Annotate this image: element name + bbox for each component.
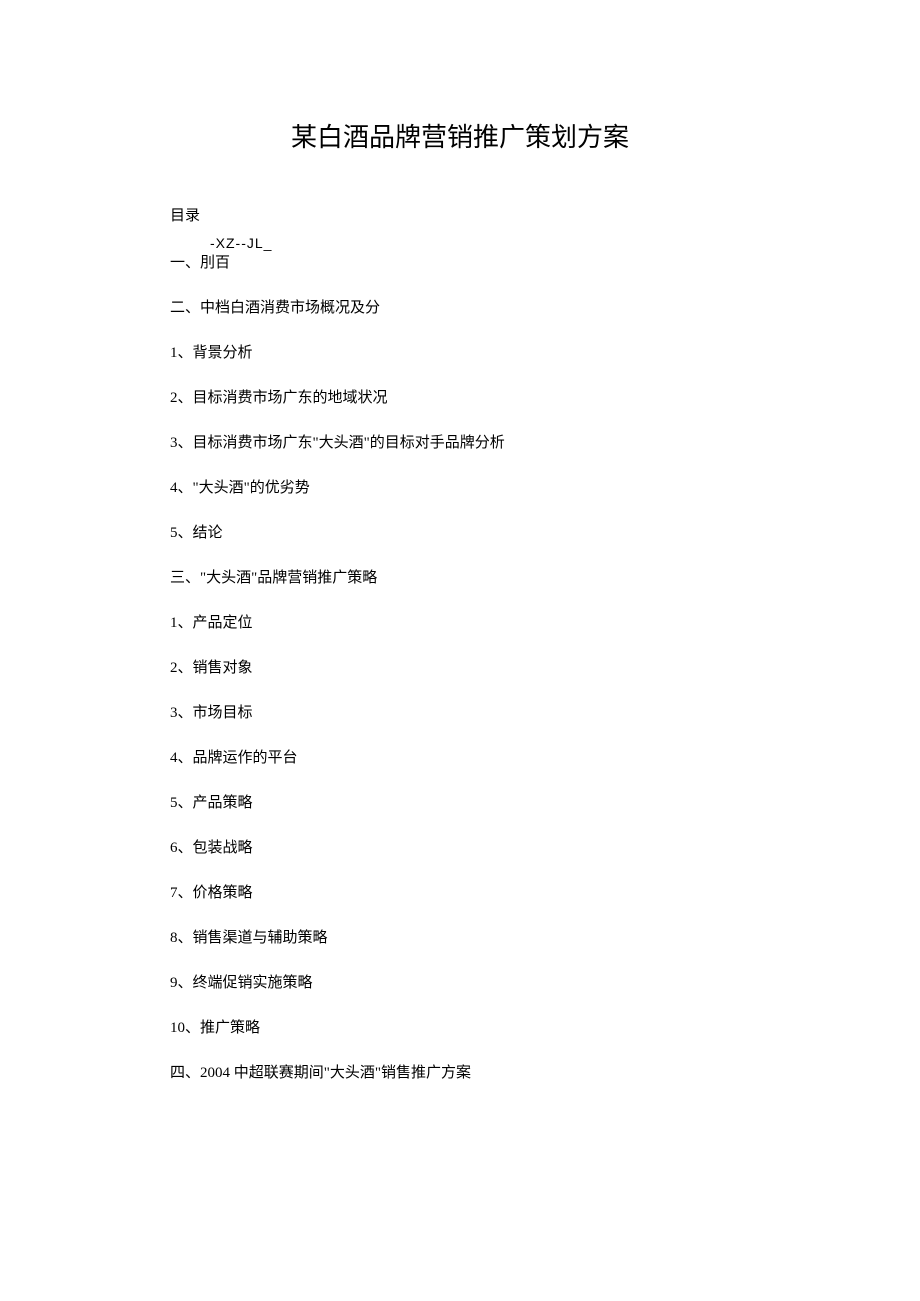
toc-item: 2、销售对象 [170,658,750,679]
toc-item: 3、市场目标 [170,703,750,724]
toc-item: 4、品牌运作的平台 [170,748,750,769]
toc-item: 二、中档白酒消费市场概况及分 [170,298,750,319]
toc-item: 10、推广策略 [170,1018,750,1039]
toc-heading: 目录 [170,204,750,225]
toc-item: 1、背景分析 [170,343,750,364]
toc-item: 6、包装战略 [170,838,750,859]
toc-item: 4、"大头酒"的优劣势 [170,478,750,499]
annotation-text: -XZ--JL_ [210,235,750,251]
toc-item: 1、产品定位 [170,613,750,634]
toc-item: 四、2004 中超联赛期间"大头酒"销售推广方案 [170,1063,750,1084]
document-page: 某白酒品牌营销推广策划方案 目录 -XZ--JL_ 一、刖百 二、中档白酒消费市… [0,0,920,1164]
toc-item: 3、目标消费市场广东"大头酒"的目标对手品牌分析 [170,433,750,454]
toc-item: 三、"大头酒"品牌营销推广策略 [170,568,750,589]
toc-item: 8、销售渠道与辅助策略 [170,928,750,949]
toc-item: 5、结论 [170,523,750,544]
toc-item: 7、价格策略 [170,883,750,904]
toc-item: 2、目标消费市场广东的地域状况 [170,388,750,409]
toc-item: 5、产品策略 [170,793,750,814]
document-title: 某白酒品牌营销推广策划方案 [170,117,750,154]
toc-item: 9、终端促销实施策略 [170,973,750,994]
toc-item: 一、刖百 [170,253,750,274]
